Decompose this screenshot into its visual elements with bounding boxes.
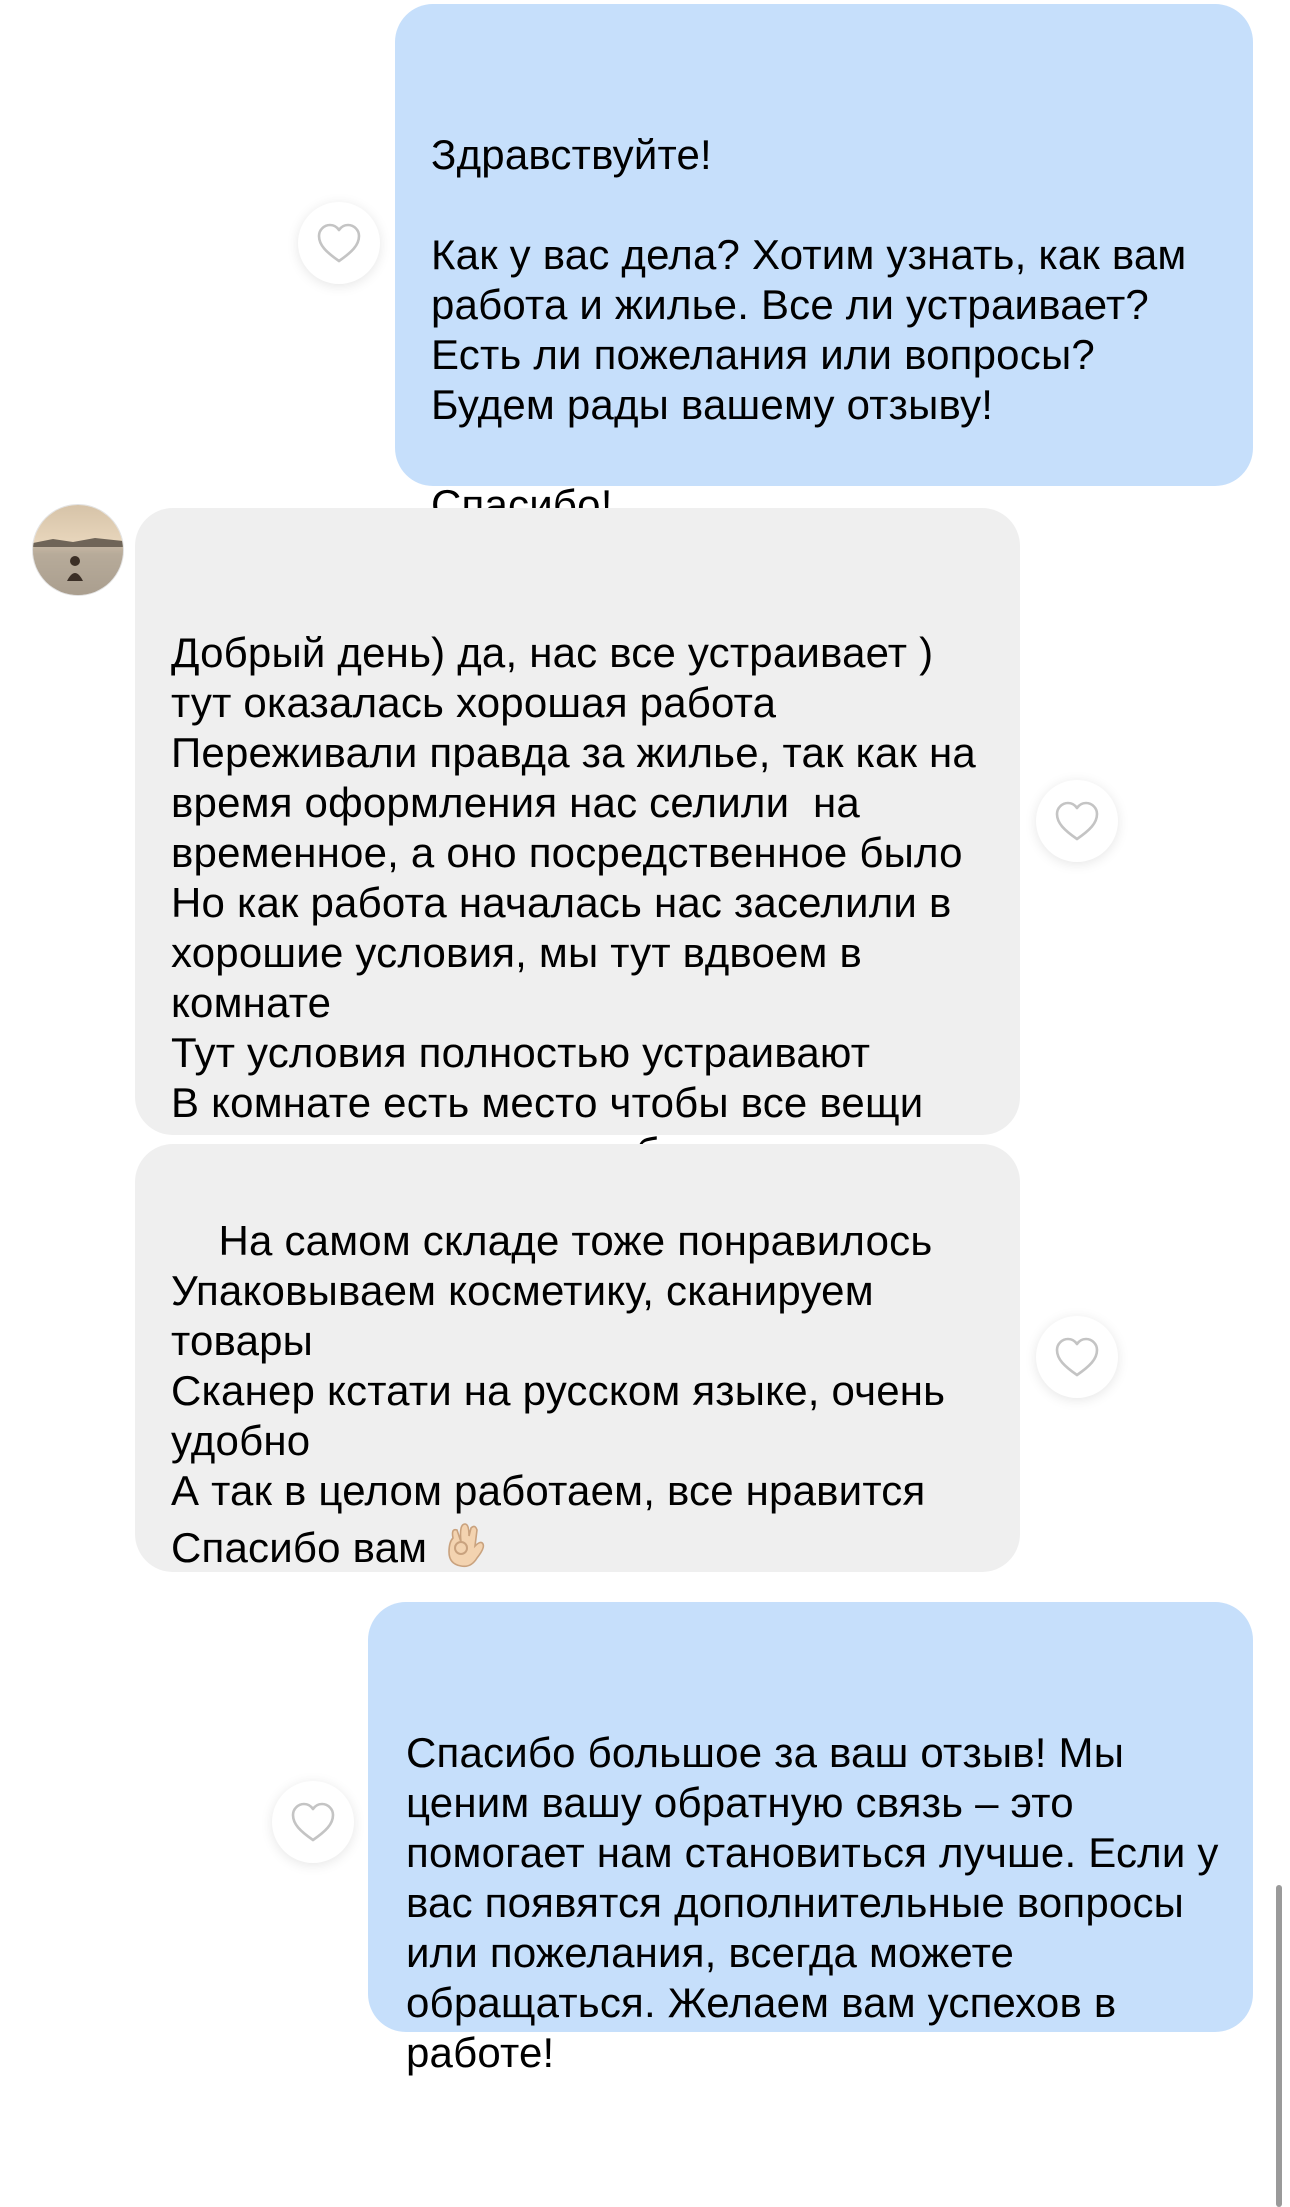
message-text: Спасибо большое за ваш отзыв! Мы ценим в… [406, 1729, 1231, 2076]
message-bubble-outgoing[interactable]: Спасибо большое за ваш отзыв! Мы ценим в… [368, 1602, 1253, 2076]
message-text: Добрый день) да, нас все устраивает ) ту… [171, 629, 976, 1176]
like-button[interactable] [298, 202, 380, 284]
heart-outline-icon [317, 223, 361, 263]
message-bubble-incoming[interactable]: Добрый день) да, нас все устраивает ) ту… [135, 508, 1020, 1176]
user-avatar-photo [33, 505, 123, 595]
message-bubble-incoming[interactable]: На самом складе тоже понравилось Упаковы… [135, 1144, 1020, 1572]
like-button[interactable] [272, 1781, 354, 1863]
scrollbar[interactable] [1276, 1885, 1282, 2207]
like-button[interactable] [1036, 780, 1118, 862]
heart-outline-icon [291, 1802, 335, 1842]
avatar[interactable] [32, 504, 124, 596]
heart-outline-icon [1055, 801, 1099, 841]
message-text: На самом складе тоже понравилось Упаковы… [171, 1217, 946, 1571]
chat-thread: Здравствуйте! Как у вас дела? Хотим узна… [0, 0, 1290, 2207]
heart-outline-icon [1055, 1337, 1099, 1377]
message-text: Здравствуйте! Как у вас дела? Хотим узна… [431, 131, 1187, 528]
like-button[interactable] [1036, 1316, 1118, 1398]
message-bubble-outgoing[interactable]: Здравствуйте! Как у вас дела? Хотим узна… [395, 4, 1253, 528]
ok-hand-emoji [448, 1523, 485, 1568]
